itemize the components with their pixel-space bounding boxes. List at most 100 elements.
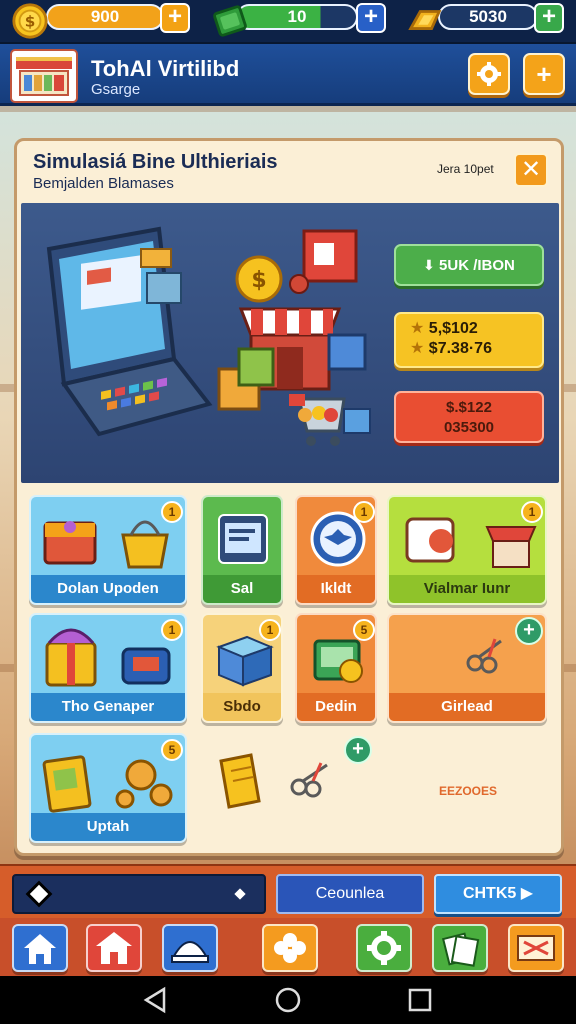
- tile-uptah[interactable]: 5 Uptah: [29, 733, 187, 843]
- price-line-2: $7.38·76: [428, 340, 492, 357]
- plus-icon: +: [541, 3, 556, 30]
- continue-button[interactable]: Ceounlea: [276, 874, 424, 914]
- tile-tho-genaper[interactable]: 1 Tho Genaper: [29, 613, 187, 723]
- laptop-icon: [46, 226, 213, 437]
- tablet-icon: [218, 514, 268, 564]
- plus-icon: +: [536, 59, 552, 89]
- nav-bar: [0, 918, 576, 976]
- shop-illustration: $: [46, 226, 371, 446]
- tile-label: Ikldt: [297, 575, 375, 603]
- tile-badge: 1: [353, 501, 375, 523]
- tile-label: Vialmar Iunr: [389, 575, 545, 603]
- sale-line-2: 035300: [443, 419, 495, 436]
- check-label: CHTK5: [462, 885, 517, 902]
- buy-button-label: 5UK /IBON: [439, 257, 515, 274]
- dome-icon: [171, 941, 209, 963]
- settings-button[interactable]: [468, 53, 510, 95]
- home-circle-icon[interactable]: [275, 987, 301, 1013]
- tile-badge: +: [515, 617, 543, 645]
- back-icon[interactable]: [143, 986, 166, 1014]
- tile-badge: 1: [259, 619, 281, 641]
- star-icon: ★: [410, 320, 425, 337]
- buy-button[interactable]: ⬇ 5UK /IBON: [394, 244, 544, 286]
- tile-dolan-upoden[interactable]: 1 Dolan Upoden: [29, 495, 187, 605]
- diamond-icon: [25, 880, 53, 908]
- arrow-icon: ⬇: [423, 257, 435, 273]
- tile-ikldt[interactable]: 1 Ikldt: [295, 495, 377, 605]
- coins-counter: 900: [46, 4, 164, 30]
- svg-text:$: $: [25, 13, 36, 31]
- coin-icon: $: [12, 3, 48, 39]
- gear-icon: [477, 62, 501, 86]
- star-icon: ★: [410, 340, 425, 357]
- resource-bar: 900 $ + 10 + 5030 +: [0, 0, 576, 44]
- tile-badge: 1: [161, 619, 183, 641]
- tile-badge: 1: [521, 501, 543, 523]
- nav-clover[interactable]: [262, 924, 318, 972]
- tile-label: Tho Genaper: [31, 693, 185, 721]
- scissors-icon[interactable]: [289, 759, 335, 799]
- footer-text: EEZOOES: [439, 784, 498, 798]
- nav-map[interactable]: [508, 924, 564, 972]
- tile-girlead[interactable]: + Girlead: [387, 613, 547, 723]
- cash-icon: [213, 5, 247, 37]
- tile-vialmar-iunr[interactable]: 1 Vialmar Iunr: [387, 495, 547, 605]
- clover-icon: [274, 933, 306, 963]
- tile-label: Girlead: [389, 693, 545, 721]
- arrow-right-icon: ▶: [520, 885, 534, 902]
- add-badge[interactable]: +: [344, 736, 372, 764]
- nav-shop[interactable]: [86, 924, 142, 972]
- nav-settings[interactable]: [356, 924, 412, 972]
- tile-label: Dolan Upoden: [31, 575, 185, 603]
- sale-line-1: $.$122: [446, 399, 492, 416]
- recents-icon[interactable]: [408, 988, 432, 1012]
- progress-box: [12, 874, 266, 914]
- golden-ticket-icon[interactable]: [217, 751, 263, 811]
- gold-bar-icon: [408, 10, 442, 31]
- gold-counter: 5030: [438, 4, 538, 30]
- nav-cards[interactable]: [432, 924, 488, 972]
- nav-home[interactable]: [12, 924, 68, 972]
- cash-counter: 10: [236, 4, 358, 30]
- coins-value: 900: [90, 7, 120, 26]
- tile-badge: 5: [353, 619, 375, 641]
- tile-sal[interactable]: Sal: [201, 495, 283, 605]
- diamond-small-icon: [234, 888, 246, 900]
- scissors-icon: [466, 638, 502, 674]
- gold-value: 5030: [469, 7, 507, 26]
- check-button[interactable]: CHTK5 ▶: [434, 874, 562, 914]
- tile-dedin[interactable]: 5 Dedin: [295, 613, 377, 723]
- continue-label: Ceounlea: [315, 885, 385, 902]
- tile-label: Sal: [203, 575, 281, 603]
- bottom-action-bar: Ceounlea CHTK5 ▶: [0, 864, 576, 918]
- gear-icon: [367, 931, 401, 965]
- plus-icon: +: [167, 3, 182, 30]
- home-icon: [24, 934, 56, 964]
- tile-sbdo[interactable]: 1 Sbdo: [201, 613, 283, 723]
- featured-banner: $ ⬇ 5UK /IBON ★ 5,$102 ★ $7.38·76 $.$122…: [21, 203, 559, 483]
- close-button[interactable]: ✕: [514, 153, 548, 187]
- price-line-1: 5,$102: [428, 320, 478, 337]
- sale-price-button[interactable]: $.$122 035300: [394, 391, 544, 443]
- panel-subtitle: Bemjalden Blamases: [33, 175, 174, 192]
- header-add-button[interactable]: +: [523, 53, 565, 95]
- app-logo: [10, 49, 78, 103]
- system-nav-bar: [0, 976, 576, 1024]
- tile-badge: 1: [161, 501, 183, 523]
- tile-label: Dedin: [297, 693, 375, 721]
- shop-icon: [96, 932, 132, 964]
- add-cash-button[interactable]: +: [356, 3, 386, 33]
- panel-title: Simulasiá Bine Ulthieriais: [33, 151, 278, 173]
- cash-value: 10: [287, 7, 307, 26]
- add-coins-button[interactable]: +: [160, 3, 190, 33]
- app-subtitle: Gsarge: [91, 81, 141, 98]
- svg-text:$: $: [251, 268, 266, 293]
- store-panel: Simulasiá Bine Ulthieriais Bemjalden Bla…: [14, 138, 564, 856]
- storefront-logo-icon: [16, 57, 72, 96]
- tile-badge: 5: [161, 739, 183, 761]
- close-icon: ✕: [520, 156, 542, 183]
- nav-dome[interactable]: [162, 924, 218, 972]
- plus-icon: +: [363, 3, 378, 30]
- app-title: TohAl Virtilibd: [91, 56, 240, 81]
- add-gold-button[interactable]: +: [534, 3, 564, 33]
